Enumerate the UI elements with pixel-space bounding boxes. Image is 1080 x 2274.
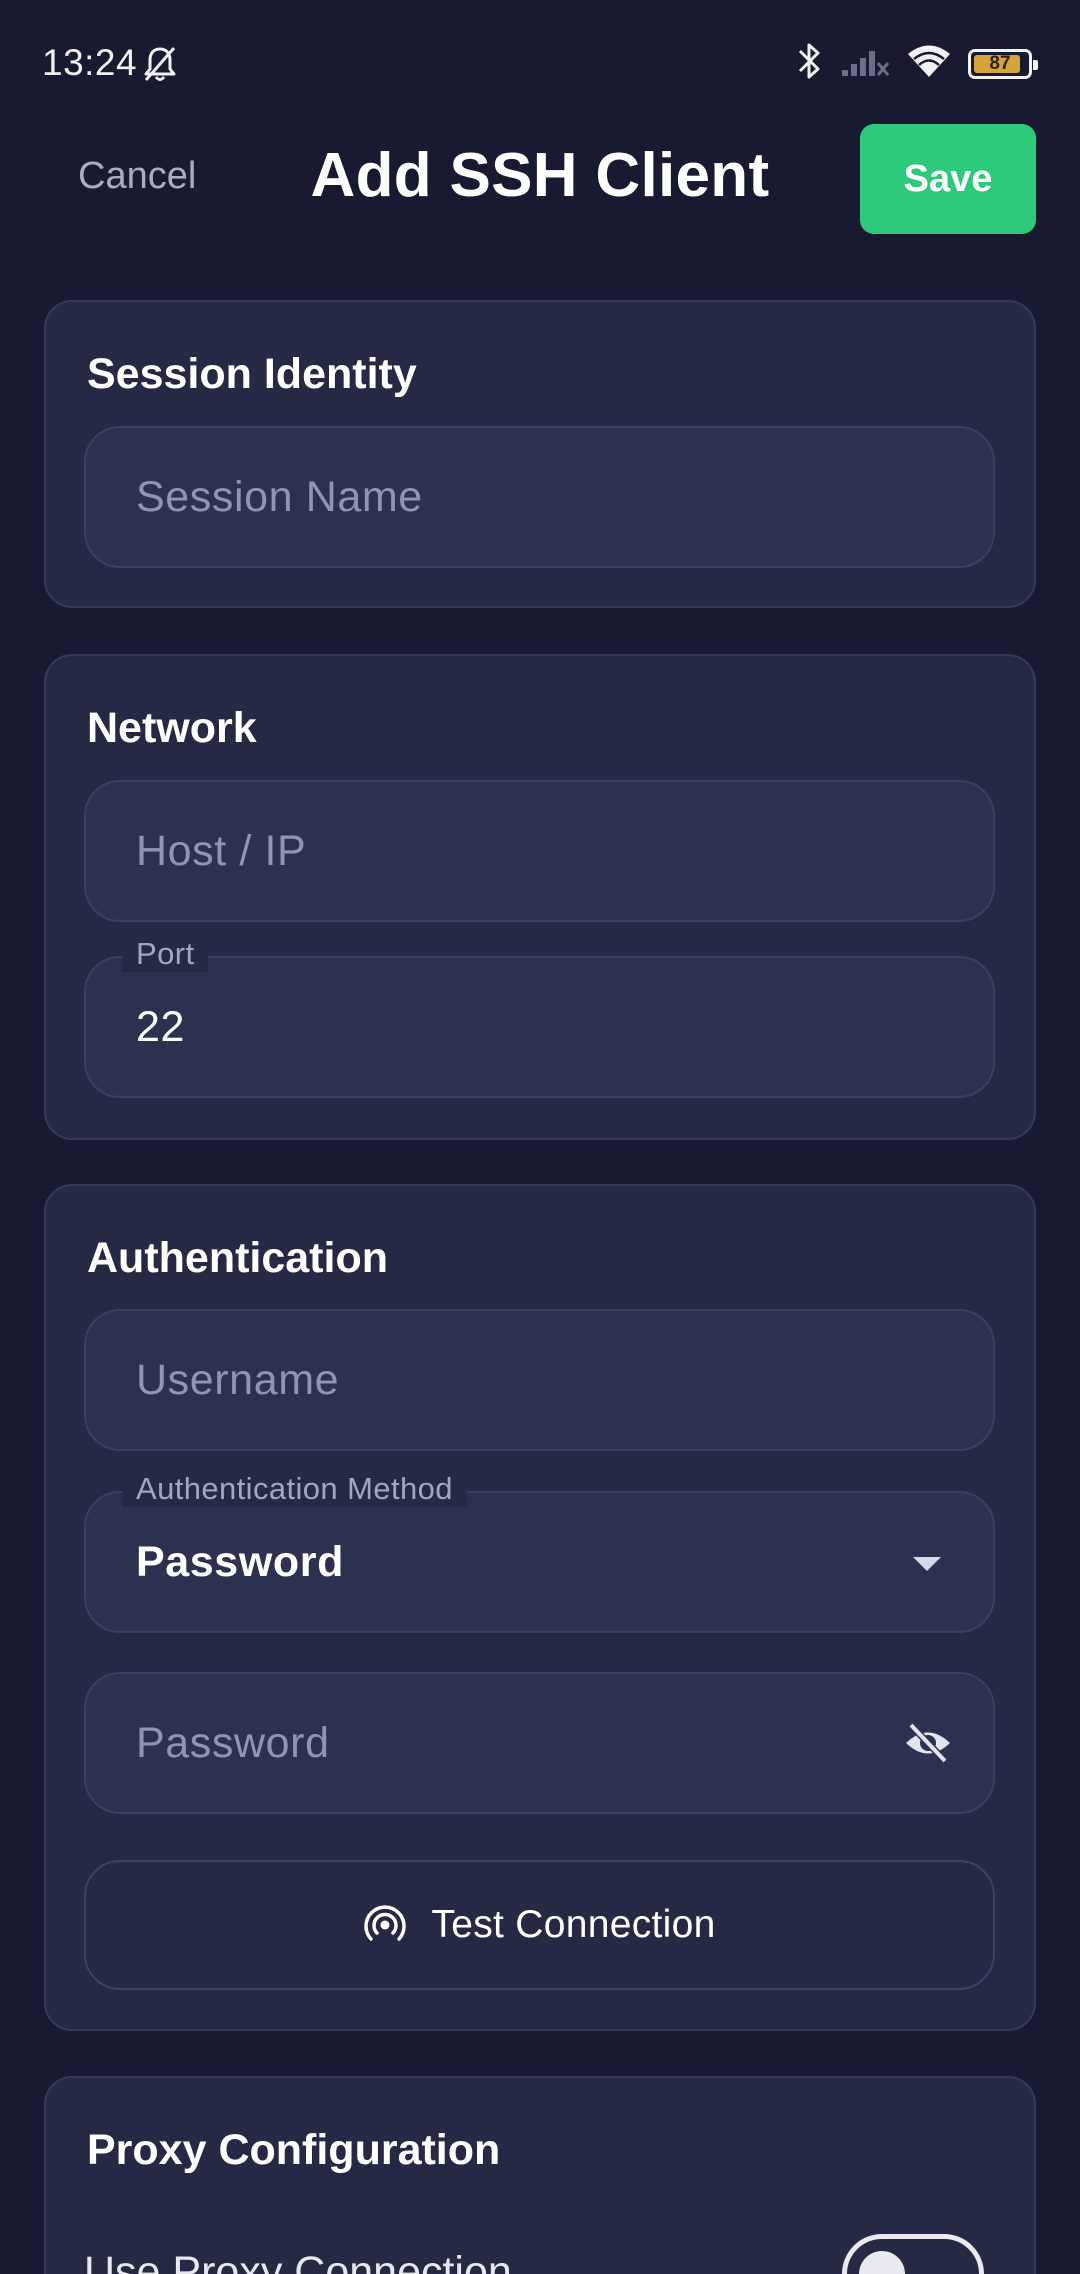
toggle-knob	[859, 2251, 905, 2274]
bluetooth-icon	[796, 40, 824, 87]
test-connection-label: Test Connection	[431, 1903, 716, 1946]
username-placeholder: Username	[136, 1355, 340, 1404]
use-proxy-toggle[interactable]	[842, 2234, 984, 2274]
password-placeholder: Password	[136, 1718, 330, 1767]
eye-off-icon[interactable]	[903, 1720, 953, 1771]
use-proxy-label: Use Proxy Connection	[84, 2248, 512, 2274]
authentication-title: Authentication	[87, 1234, 388, 1282]
status-icons: 87	[796, 40, 1038, 87]
screen: 13:24 87 Cancel Add SSH Client Save Sess…	[0, 0, 1080, 2274]
session-name-input[interactable]: Session Name	[84, 426, 995, 568]
session-name-placeholder: Session Name	[136, 472, 423, 521]
auth-method-value: Password	[136, 1537, 344, 1586]
signal-icon	[840, 43, 890, 84]
broadcast-icon	[363, 1901, 407, 1950]
save-button[interactable]: Save	[860, 124, 1036, 234]
battery-icon: 87	[968, 48, 1038, 79]
status-bar: 13:24 87	[0, 0, 1080, 120]
port-input[interactable]: Port 22	[84, 936, 995, 1098]
password-input[interactable]: Password	[84, 1672, 995, 1814]
network-title: Network	[87, 704, 257, 752]
wifi-icon	[906, 43, 952, 84]
host-placeholder: Host / IP	[136, 826, 307, 875]
status-time: 13:24	[42, 42, 138, 83]
proxy-title: Proxy Configuration	[87, 2126, 501, 2174]
host-input[interactable]: Host / IP	[84, 780, 995, 922]
port-value: 22	[136, 1002, 186, 1051]
auth-method-select[interactable]: Authentication Method Password	[84, 1471, 995, 1633]
username-input[interactable]: Username	[84, 1309, 995, 1451]
bell-off-icon	[140, 44, 180, 89]
session-identity-title: Session Identity	[87, 350, 417, 398]
chevron-down-icon	[913, 1557, 941, 1571]
battery-percent: 87	[989, 52, 1011, 74]
test-connection-button[interactable]: Test Connection	[84, 1860, 995, 1990]
